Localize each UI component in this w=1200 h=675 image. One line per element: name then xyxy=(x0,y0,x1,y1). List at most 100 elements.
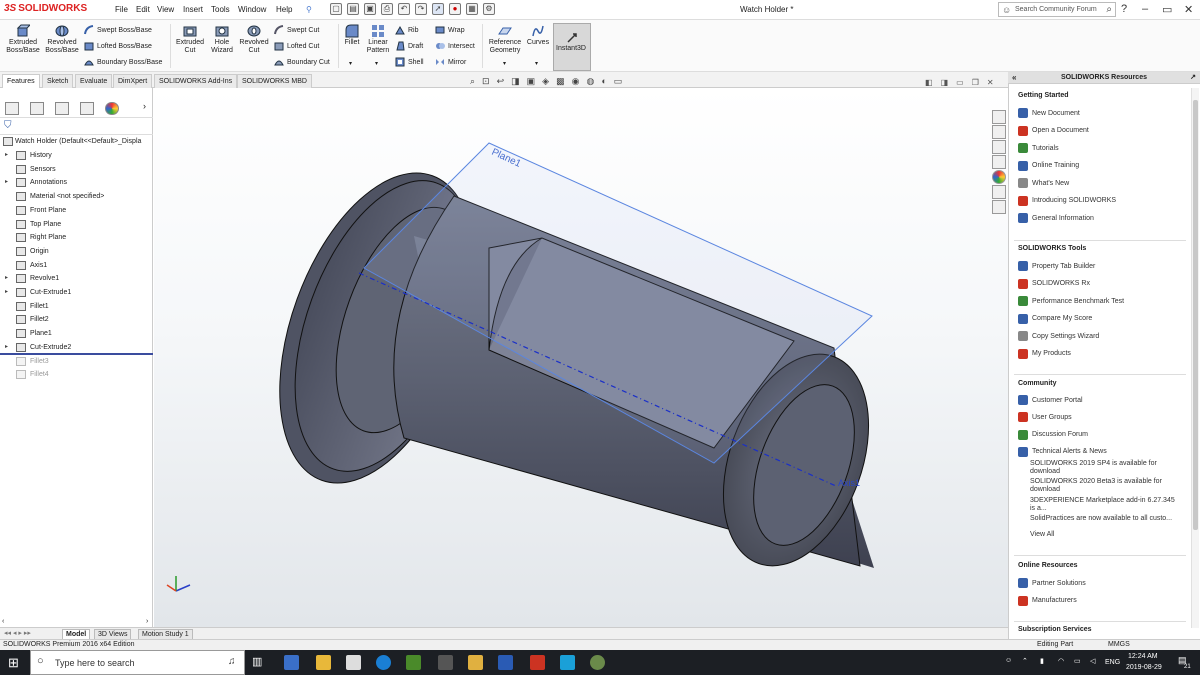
task-pane-scrollbar[interactable] xyxy=(1191,88,1199,628)
task-pane-link[interactable]: Introducing SOLIDWORKS xyxy=(1018,195,1116,206)
file-properties-icon[interactable]: ▦ xyxy=(466,3,478,15)
wrap-button[interactable]: Wrap xyxy=(435,25,465,35)
tab-sketch[interactable]: Sketch xyxy=(42,74,74,88)
hide-show-icon[interactable]: ◉ xyxy=(572,76,580,87)
task-pane-link[interactable]: Copy Settings Wizard xyxy=(1018,331,1099,341)
expand-arrow-icon[interactable]: ▸ xyxy=(5,176,8,189)
tab-addins[interactable]: SOLIDWORKS Add-Ins xyxy=(154,74,238,88)
rib-button[interactable]: Rib xyxy=(395,25,419,35)
previous-view-icon[interactable]: ↩ xyxy=(497,76,505,87)
task-pane-link[interactable]: My Products xyxy=(1018,348,1071,359)
search-icon[interactable]: ⌕ xyxy=(1106,4,1112,15)
clock-date[interactable]: 2019-08-29 xyxy=(1126,664,1162,671)
forum-icon[interactable] xyxy=(992,200,1006,214)
scroll-left-icon[interactable]: ‹ xyxy=(2,618,4,625)
task-pane-link[interactable]: Open a Document xyxy=(1018,125,1089,136)
boundary-cut-button[interactable]: Boundary Cut xyxy=(274,57,330,67)
save-icon[interactable]: ▣ xyxy=(364,3,376,15)
expand-arrow-icon[interactable]: ▸ xyxy=(5,149,8,162)
open-icon[interactable]: ▤ xyxy=(347,3,359,15)
section-view-icon[interactable]: ◨ xyxy=(511,76,520,87)
redo-icon[interactable]: ↷ xyxy=(415,3,427,15)
print-icon[interactable]: ⎙ xyxy=(381,3,393,15)
boundary-boss-button[interactable]: Boundary Boss/Base xyxy=(84,57,162,67)
zoom-area-icon[interactable]: ⊡ xyxy=(482,76,490,87)
task-pane-link[interactable]: General Information xyxy=(1018,213,1094,223)
undo-icon[interactable]: ↶ xyxy=(398,3,410,15)
edge-icon[interactable] xyxy=(376,655,391,670)
new-document-icon[interactable]: ▢ xyxy=(330,3,342,15)
feature-tree-icon[interactable] xyxy=(5,102,19,115)
clock-time[interactable]: 12:24 AM xyxy=(1128,653,1158,660)
menu-view[interactable]: View xyxy=(157,5,174,14)
tray-chevron-icon[interactable]: ⌃ xyxy=(1022,657,1028,665)
close-button[interactable]: ✕ xyxy=(1184,3,1193,16)
reference-dropdown-icon[interactable]: ▾ xyxy=(503,60,506,67)
display-style-icon[interactable]: ▩ xyxy=(556,76,565,87)
viewport-restore-icon[interactable]: ❐ xyxy=(972,78,979,87)
rollback-bar[interactable] xyxy=(0,353,153,355)
design-library-icon[interactable] xyxy=(992,125,1006,139)
view-orientation-icon[interactable]: ◈ xyxy=(542,76,549,87)
display-manager-icon[interactable] xyxy=(105,102,119,115)
filter-icon[interactable]: ⛉ xyxy=(4,120,12,131)
expand-panel-icon[interactable]: ◨ xyxy=(941,78,949,87)
appearances-icon[interactable] xyxy=(992,170,1006,184)
folder-icon[interactable] xyxy=(468,655,483,670)
shell-button[interactable]: Shell xyxy=(395,57,424,67)
lofted-cut-button[interactable]: Lofted Cut xyxy=(274,41,319,51)
swept-cut-button[interactable]: Swept Cut xyxy=(274,25,319,35)
app2-icon[interactable] xyxy=(590,655,605,670)
rebuild-icon[interactable]: ● xyxy=(449,3,461,15)
task-pane-link[interactable]: Online Training xyxy=(1018,160,1079,171)
select-icon[interactable]: ➚ xyxy=(432,3,444,15)
store-icon[interactable] xyxy=(284,655,299,670)
task-pane-link[interactable]: Partner Solutions xyxy=(1018,578,1086,588)
menu-tools[interactable]: Tools xyxy=(211,5,230,14)
solidworks-taskbar-icon[interactable] xyxy=(530,655,545,670)
task-pane-link[interactable]: Compare My Score xyxy=(1018,313,1092,324)
task-pane-link[interactable]: Customer Portal xyxy=(1018,395,1083,405)
help-icon[interactable]: ? xyxy=(1121,3,1127,15)
view-palette-icon[interactable] xyxy=(992,155,1006,169)
viewport-close-icon[interactable]: ✕ xyxy=(987,78,994,87)
curves-button[interactable]: Curves xyxy=(525,24,551,47)
app-icon[interactable] xyxy=(438,655,453,670)
apply-scene-icon[interactable]: ◐ xyxy=(601,76,606,87)
menu-window[interactable]: Window xyxy=(238,5,266,14)
search-community-box[interactable]: ☺ Search Community Forum ⌕ xyxy=(998,2,1116,17)
battery-icon[interactable]: ▭ xyxy=(1074,657,1081,665)
linear-pattern-button[interactable]: Linear Pattern xyxy=(364,24,392,55)
volume-icon[interactable]: ◁ xyxy=(1090,657,1095,665)
task-view-icon[interactable]: ▥ xyxy=(252,655,267,670)
windows-start-icon[interactable]: ⊞ xyxy=(8,655,19,671)
collapse-panel-icon[interactable]: ◧ xyxy=(925,78,933,87)
expand-arrow-icon[interactable]: ▸ xyxy=(5,286,8,299)
task-pane-link[interactable]: Property Tab Builder xyxy=(1018,261,1095,271)
mail-icon[interactable] xyxy=(346,655,361,670)
dreamweaver-icon[interactable] xyxy=(406,655,421,670)
swept-boss-button[interactable]: Swept Boss/Base xyxy=(84,25,152,35)
task-pane-link[interactable]: Tutorials xyxy=(1018,143,1059,153)
task-pane-link[interactable]: New Document xyxy=(1018,108,1080,118)
news-item[interactable]: SOLIDWORKS 2019 SP4 is available for dow… xyxy=(1030,460,1180,476)
task-pane-close-icon[interactable]: ↗ xyxy=(1190,72,1196,84)
custom-properties-icon[interactable] xyxy=(992,185,1006,199)
property-manager-icon[interactable] xyxy=(30,102,44,115)
tab-mbd[interactable]: SOLIDWORKS MBD xyxy=(237,74,312,88)
task-pane-link[interactable]: Performance Benchmark Test xyxy=(1018,296,1124,306)
restore-button[interactable]: ▭ xyxy=(1162,3,1172,16)
hole-wizard-button[interactable]: Hole Wizard xyxy=(206,24,238,55)
task-pane-link[interactable]: SOLIDWORKS Rx xyxy=(1018,278,1090,289)
tab-evaluate[interactable]: Evaluate xyxy=(75,74,113,88)
task-pane-link[interactable]: Discussion Forum xyxy=(1018,429,1088,440)
scrollbar-thumb[interactable] xyxy=(1193,100,1198,530)
search-input[interactable]: Search Community Forum xyxy=(1015,6,1097,13)
menu-file[interactable]: File xyxy=(115,5,128,14)
pattern-dropdown-icon[interactable]: ▾ xyxy=(375,60,378,67)
zoom-to-fit-icon[interactable]: ⌕ xyxy=(470,76,475,87)
menu-edit[interactable]: Edit xyxy=(136,5,150,14)
tab-nav-icons[interactable]: ◂◂ ◂ ▸ ▸▸ xyxy=(4,629,31,637)
dimxpert-manager-icon[interactable] xyxy=(80,102,94,115)
task-pane-link[interactable]: Manufacturers xyxy=(1018,595,1077,606)
